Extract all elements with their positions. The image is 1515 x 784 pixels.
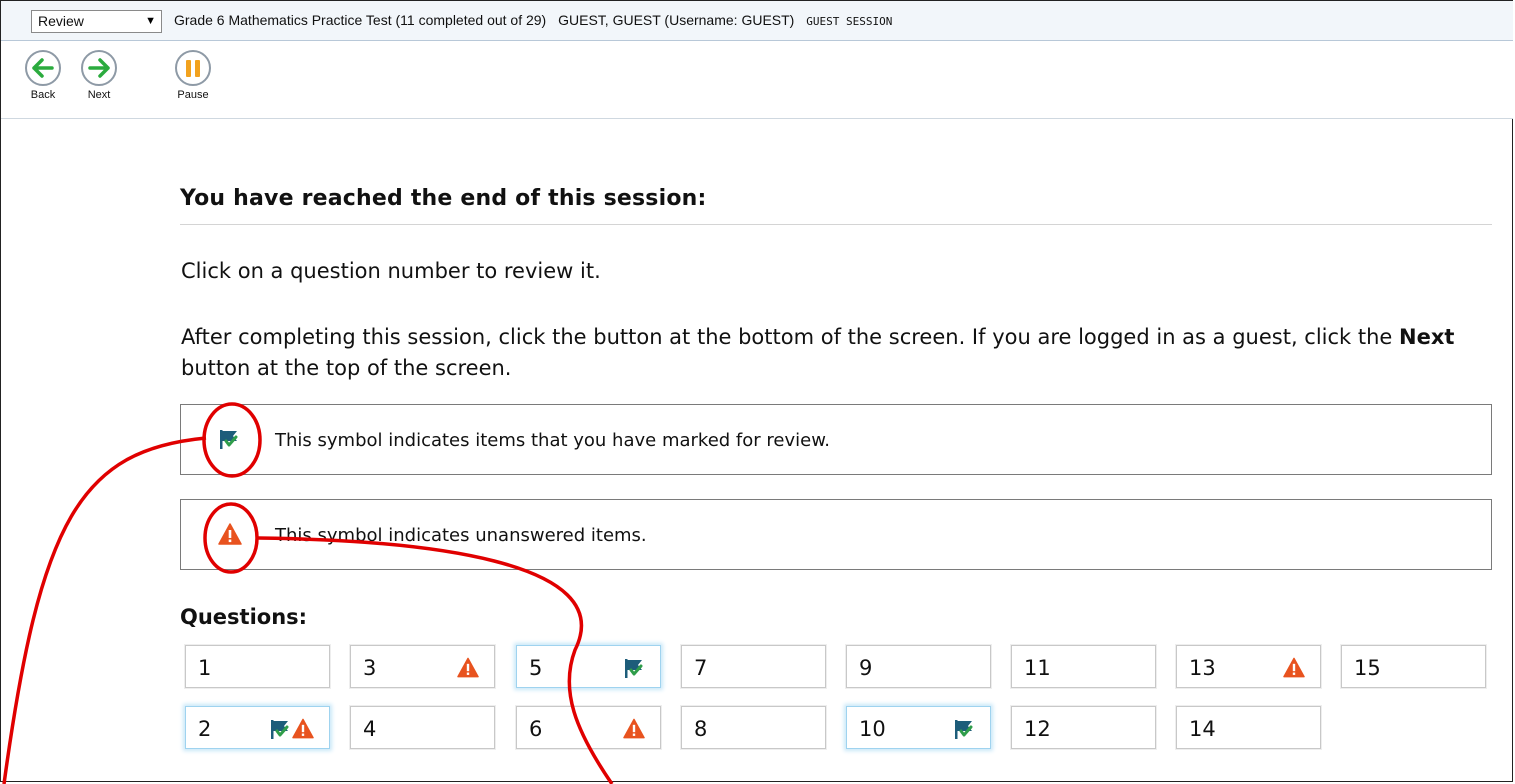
flag-check-icon (623, 657, 645, 683)
back-button[interactable]: Back (21, 50, 65, 101)
question-status-icons (457, 657, 479, 682)
divider (180, 224, 1492, 225)
warning-triangle-icon (623, 718, 645, 743)
flag-check-icon (953, 718, 975, 744)
legend-unanswered-box: This symbol indicates unanswered items. (180, 499, 1492, 570)
legend-unanswered-text: This symbol indicates unanswered items. (275, 525, 647, 546)
test-title: Grade 6 Mathematics Practice Test (11 co… (174, 12, 547, 28)
warning-triangle-icon (1283, 657, 1305, 682)
question-status-icons (623, 718, 645, 743)
arrow-left-icon (25, 50, 61, 86)
question-14-button[interactable]: 14 (1176, 706, 1321, 749)
test-info: Grade 6 Mathematics Practice Test (11 co… (174, 12, 892, 28)
next-button[interactable]: Next (77, 50, 121, 101)
pause-label: Pause (177, 89, 209, 101)
flag-check-icon (269, 718, 291, 744)
question-11-button[interactable]: 11 (1011, 645, 1156, 688)
question-15-button[interactable]: 15 (1341, 645, 1486, 688)
question-number: 13 (1189, 656, 1216, 680)
question-number: 14 (1189, 717, 1216, 741)
question-number: 4 (363, 717, 377, 741)
next-bold-text: Next (1399, 325, 1455, 349)
pause-icon (175, 50, 211, 86)
toolbar: Back Next Pause (1, 41, 1513, 119)
question-number: 8 (694, 717, 708, 741)
question-number: 6 (529, 717, 543, 741)
question-number: 1 (198, 656, 212, 680)
question-number: 2 (198, 717, 212, 741)
question-number: 7 (694, 656, 708, 680)
question-8-button[interactable]: 8 (681, 706, 826, 749)
questions-heading: Questions: (180, 605, 308, 629)
review-dropdown[interactable]: Review ▼ (31, 10, 162, 33)
question-status-icons (269, 718, 314, 744)
chevron-down-icon: ▼ (145, 15, 156, 27)
question-4-button[interactable]: 4 (350, 706, 495, 749)
question-number: 5 (529, 656, 543, 680)
question-status-icons (1283, 657, 1305, 682)
legend-marked-box: This symbol indicates items that you hav… (180, 404, 1492, 475)
session-label: GUEST SESSION (806, 15, 893, 28)
question-status-icons (953, 718, 975, 744)
review-dropdown-value: Review (38, 13, 84, 29)
completion-instructions: After completing this session, click the… (181, 322, 1496, 384)
question-9-button[interactable]: 9 (846, 645, 991, 688)
question-10-button[interactable]: 10 (846, 706, 991, 749)
legend-marked-text: This symbol indicates items that you hav… (275, 430, 830, 451)
warning-triangle-icon (457, 657, 479, 682)
question-number: 10 (859, 717, 886, 741)
question-status-icons (623, 657, 645, 683)
question-5-button[interactable]: 5 (516, 645, 661, 688)
question-number: 15 (1354, 656, 1381, 680)
completion-text-2: button at the top of the screen. (181, 356, 512, 380)
pause-button[interactable]: Pause (171, 50, 215, 101)
question-number: 12 (1024, 717, 1051, 741)
page-title: You have reached the end of this session… (180, 186, 707, 211)
question-number: 3 (363, 656, 377, 680)
question-12-button[interactable]: 12 (1011, 706, 1156, 749)
next-label: Next (87, 89, 111, 101)
warning-triangle-icon (218, 523, 242, 549)
completion-text-1: After completing this session, click the… (181, 325, 1400, 349)
question-3-button[interactable]: 3 (350, 645, 495, 688)
instruction-text: Click on a question number to review it. (181, 259, 601, 283)
warning-triangle-icon (292, 718, 314, 744)
question-2-button[interactable]: 2 (185, 706, 330, 749)
question-number: 9 (859, 656, 873, 680)
user-info: GUEST, GUEST (Username: GUEST) (558, 12, 795, 28)
back-label: Back (30, 89, 56, 101)
question-number: 11 (1024, 656, 1051, 680)
arrow-right-icon (81, 50, 117, 86)
question-1-button[interactable]: 1 (185, 645, 330, 688)
flag-check-icon (218, 428, 240, 454)
question-13-button[interactable]: 13 (1176, 645, 1321, 688)
question-6-button[interactable]: 6 (516, 706, 661, 749)
top-bar: Review ▼ Grade 6 Mathematics Practice Te… (1, 1, 1513, 41)
question-7-button[interactable]: 7 (681, 645, 826, 688)
